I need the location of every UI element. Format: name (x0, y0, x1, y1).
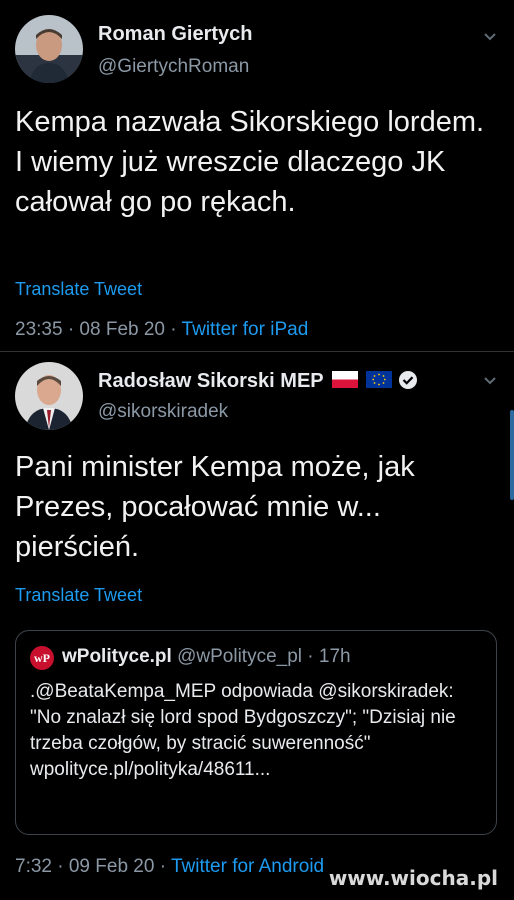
watermark: www.wiocha.pl (328, 866, 498, 890)
quoted-text: .@BeataKempa_MEP odpowiada @sikorskirade… (30, 681, 456, 780)
author-name-text: Radosław Sikorski MEP (98, 370, 324, 392)
quoted-author-handle: @wPolityce_pl (177, 646, 302, 667)
timestamp: 7:32 · 09 Feb 20 · (15, 856, 171, 877)
quoted-header: wPolityce.pl @wPolityce_pl · 17h (62, 646, 351, 668)
eu-flag-icon (365, 371, 392, 388)
avatar[interactable] (15, 362, 83, 430)
quoted-tweet[interactable]: wP wPolityce.pl @wPolityce_pl · 17h .@Be… (15, 630, 497, 835)
quoted-author-name: wPolityce.pl (62, 646, 172, 667)
translate-link[interactable]: Translate Tweet (15, 279, 142, 300)
author-handle[interactable]: @GiertychRoman (98, 56, 249, 78)
translate-link[interactable]: Translate Tweet (15, 585, 142, 606)
author-name[interactable]: Radosław Sikorski MEP (98, 370, 418, 393)
wpolityce-logo: wP (30, 646, 54, 670)
tweet-sikorski[interactable]: Radosław Sikorski MEP @sikorskiradek Pan… (0, 352, 514, 900)
author-name[interactable]: Roman Giertych (98, 23, 252, 46)
source-link[interactable]: Twitter for Android (171, 856, 324, 877)
scrollbar[interactable] (510, 410, 514, 500)
tweet-text: Kempa nazwała Sikorskiego lordem. I wiem… (15, 106, 485, 218)
tweet-meta: 7:32 · 09 Feb 20 · Twitter for Android (15, 856, 324, 878)
source-link[interactable]: Twitter for iPad (182, 319, 309, 340)
author-handle[interactable]: @sikorskiradek (98, 401, 228, 423)
tweet-giertych[interactable]: Roman Giertych @GiertychRoman Kempa nazw… (0, 0, 514, 352)
verified-badge-icon (398, 371, 417, 389)
chevron-down-icon[interactable] (480, 26, 500, 46)
avatar[interactable] (15, 15, 83, 83)
tweet-meta: 23:35 · 08 Feb 20 · Twitter for iPad (15, 319, 308, 341)
quoted-age: · 17h (307, 646, 351, 667)
timestamp: 23:35 · 08 Feb 20 · (15, 319, 182, 340)
tweet-text: Pani minister Kempa może, jak Prezes, po… (15, 451, 415, 563)
chevron-down-icon[interactable] (480, 370, 500, 390)
poland-flag-icon (331, 371, 358, 388)
